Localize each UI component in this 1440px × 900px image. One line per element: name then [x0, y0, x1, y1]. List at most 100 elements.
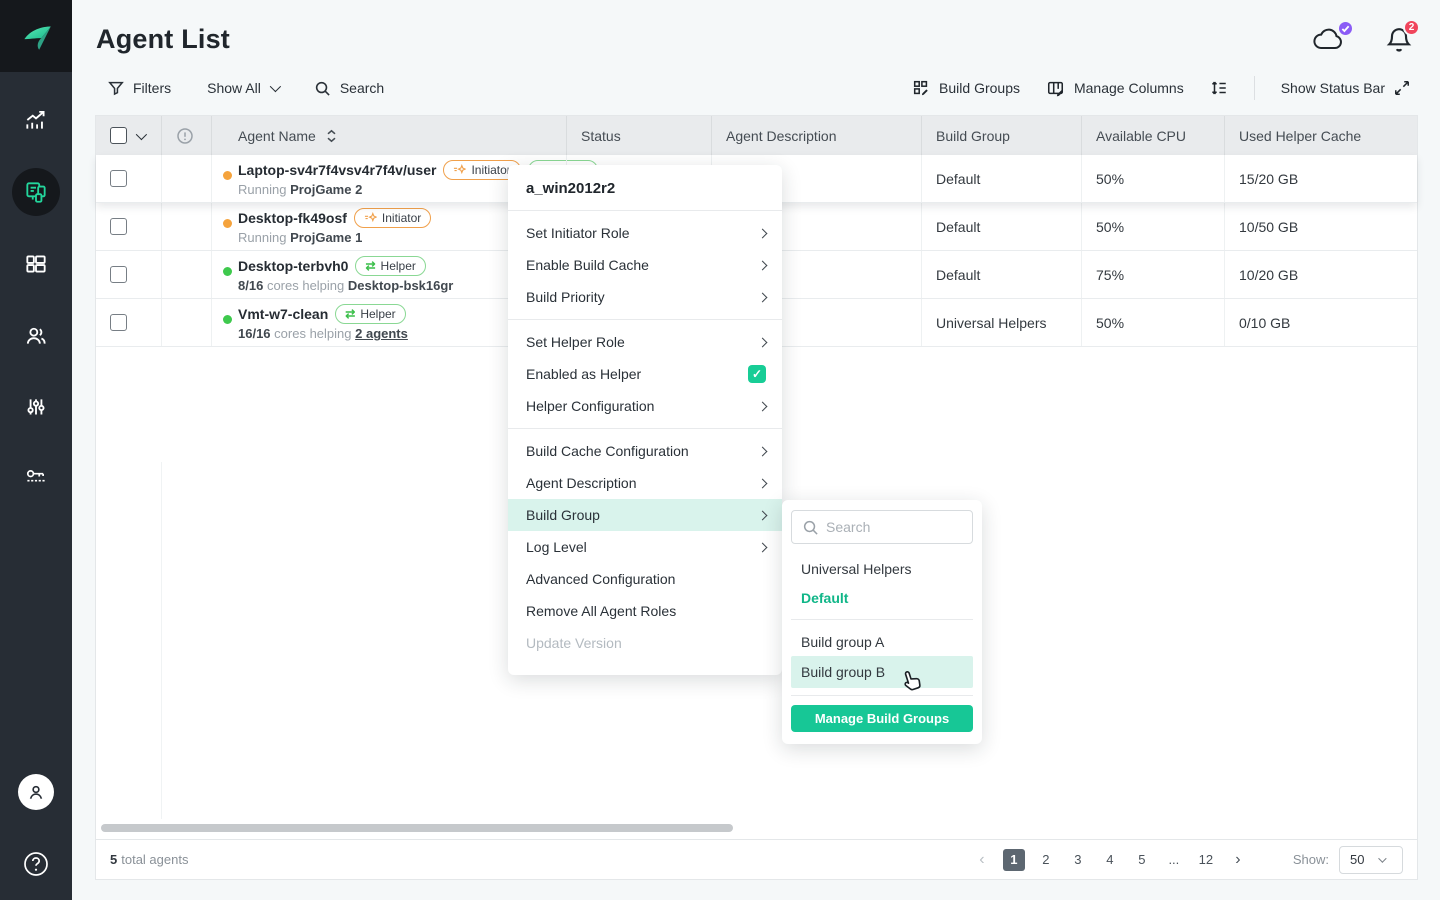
menu-item-helper-configuration[interactable]: Helper Configuration	[508, 390, 782, 422]
page-button-4[interactable]: 4	[1099, 849, 1121, 871]
manage-columns-icon	[1046, 79, 1065, 97]
agent-subtext: 16/16 cores helping 2 agents	[238, 326, 408, 341]
submenu-item-build-group-b[interactable]: Build group B	[791, 656, 973, 688]
chevron-right-icon	[758, 337, 768, 347]
submenu-item-default[interactable]: Default	[791, 583, 973, 612]
chevron-down-icon	[270, 81, 281, 92]
sidebar-item-settings[interactable]	[0, 380, 72, 436]
build-group-cell: Universal Helpers	[921, 299, 1081, 346]
sidebar	[0, 0, 72, 900]
submenu-search	[791, 510, 973, 544]
sort-icon[interactable]	[326, 129, 337, 143]
menu-item-enable-build-cache[interactable]: Enable Build Cache	[508, 249, 782, 281]
sidebar-item-builds[interactable]	[0, 236, 72, 292]
search-input[interactable]	[826, 511, 966, 543]
show-all-dropdown[interactable]: Show All	[207, 80, 278, 96]
chevron-right-icon	[758, 401, 768, 411]
notifications-button[interactable]: 2	[1386, 26, 1412, 54]
avatar-icon	[18, 774, 54, 810]
sidebar-item-users[interactable]	[0, 308, 72, 364]
row-checkbox[interactable]	[110, 218, 127, 235]
submenu-divider	[791, 695, 973, 696]
expand-icon	[1394, 80, 1410, 96]
column-header-status: Status	[566, 116, 711, 155]
help-icon	[21, 849, 51, 879]
pagination: ‹ 1 2 3 4 5 ... 12 ›	[971, 849, 1249, 871]
table-toolbar: Filters Show All Search	[72, 68, 1440, 108]
initiator-badge: Initiator	[354, 208, 431, 228]
menu-item-build-priority[interactable]: Build Priority	[508, 281, 782, 313]
chevron-right-icon	[758, 446, 768, 456]
prev-page-button[interactable]: ‹	[971, 849, 993, 871]
users-icon	[23, 323, 49, 349]
sidebar-item-help[interactable]	[0, 836, 72, 892]
manage-columns-label: Manage Columns	[1074, 80, 1184, 96]
used-helper-cache-cell: 10/20 GB	[1224, 251, 1440, 298]
menu-item-advanced-configuration[interactable]: Advanced Configuration	[508, 563, 782, 595]
chevron-right-icon	[758, 260, 768, 270]
toolbar-divider	[1254, 76, 1255, 100]
page-button-12[interactable]: 12	[1195, 849, 1217, 871]
column-header-used-helper-cache: Used Helper Cache	[1224, 116, 1440, 155]
row-checkbox[interactable]	[110, 266, 127, 283]
status-dot	[223, 315, 232, 324]
sidebar-item-dashboard[interactable]	[0, 92, 72, 148]
manage-columns-button[interactable]: Manage Columns	[1046, 79, 1184, 97]
layout-icon	[23, 251, 49, 277]
sidebar-item-agents[interactable]	[0, 164, 72, 220]
row-density-button[interactable]	[1210, 79, 1228, 97]
page-size-select[interactable]: 50	[1339, 846, 1403, 874]
sliders-icon	[23, 395, 49, 421]
chevron-right-icon	[758, 292, 768, 302]
helper-badge: ⇄ Helper	[335, 304, 405, 324]
helped-agents-link[interactable]: 2 agents	[355, 326, 408, 341]
menu-item-set-helper-role[interactable]: Set Helper Role	[508, 326, 782, 358]
page-ellipsis: ...	[1163, 849, 1185, 871]
show-status-bar-button[interactable]: Show Status Bar	[1281, 80, 1410, 96]
checked-checkbox-icon[interactable]: ✓	[748, 365, 766, 383]
chart-icon	[23, 107, 49, 133]
menu-item-log-level[interactable]: Log Level	[508, 531, 782, 563]
row-checkbox[interactable]	[110, 314, 127, 331]
select-all-checkbox[interactable]	[110, 127, 127, 144]
select-menu-chevron-icon[interactable]	[136, 128, 147, 139]
notification-count-badge: 2	[1403, 19, 1420, 36]
submenu-item-universal-helpers[interactable]: Universal Helpers	[791, 554, 973, 583]
column-header-available-cpu: Available CPU	[1081, 116, 1224, 155]
helper-badge: ⇄ Helper	[355, 256, 425, 276]
available-cpu-cell: 50%	[1081, 203, 1224, 250]
build-group-cell: Default	[921, 203, 1081, 250]
chevron-down-icon	[1379, 854, 1387, 862]
menu-item-build-group[interactable]: Build Group	[508, 499, 782, 531]
menu-item-build-cache-configuration[interactable]: Build Cache Configuration	[508, 435, 782, 467]
cloud-status-button[interactable]	[1312, 27, 1346, 53]
manage-build-groups-button[interactable]: Manage Build Groups	[791, 705, 973, 732]
page-title: Agent List	[96, 24, 230, 55]
menu-item-set-initiator-role[interactable]: Set Initiator Role	[508, 217, 782, 249]
app-logo[interactable]	[0, 0, 72, 72]
build-groups-button[interactable]: Build Groups	[912, 79, 1020, 97]
page-button-3[interactable]: 3	[1067, 849, 1089, 871]
column-header-build-group: Build Group	[921, 116, 1081, 155]
chevron-right-icon	[758, 478, 768, 488]
menu-item-enabled-as-helper[interactable]: Enabled as Helper✓	[508, 358, 782, 390]
horizontal-scrollbar[interactable]	[101, 824, 733, 832]
sidebar-item-account[interactable]	[0, 764, 72, 820]
search-button[interactable]: Search	[314, 80, 384, 97]
build-group-submenu: Universal Helpers Default Build group A …	[782, 500, 982, 744]
sidebar-item-license[interactable]	[0, 450, 72, 506]
agents-icon	[23, 179, 49, 205]
filters-button[interactable]: Filters	[108, 80, 171, 96]
page-button-5[interactable]: 5	[1131, 849, 1153, 871]
filter-icon	[108, 80, 124, 96]
column-header-agent-name[interactable]: Agent Name	[211, 116, 566, 155]
submenu-item-build-group-a[interactable]: Build group A	[791, 627, 973, 656]
used-helper-cache-cell: 10/50 GB	[1224, 203, 1440, 250]
page-button-1[interactable]: 1	[1003, 849, 1025, 871]
menu-item-agent-description[interactable]: Agent Description	[508, 467, 782, 499]
agent-subtext: 8/16 cores helping Desktop-bsk16gr	[238, 278, 453, 293]
page-button-2[interactable]: 2	[1035, 849, 1057, 871]
row-checkbox[interactable]	[110, 170, 127, 187]
next-page-button[interactable]: ›	[1227, 849, 1249, 871]
menu-item-remove-all-agent-roles[interactable]: Remove All Agent Roles	[508, 595, 782, 627]
